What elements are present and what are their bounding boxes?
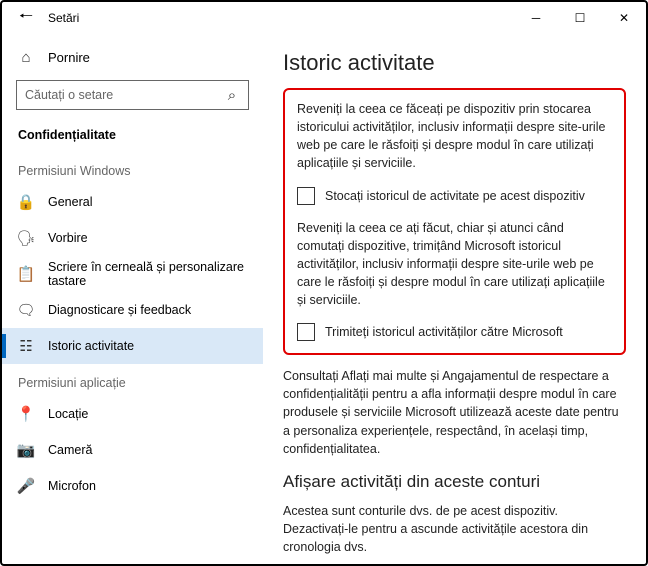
location-icon: 📍 xyxy=(18,406,34,422)
highlight-box-1: Reveniți la ceea ce făceați pe dispoziti… xyxy=(283,88,626,355)
window-title: Setări xyxy=(48,11,79,25)
maximize-button[interactable]: ☐ xyxy=(558,2,602,34)
checkbox-icon xyxy=(297,323,315,341)
feedback-icon: 🗨 xyxy=(18,302,34,318)
content-pane: Istoric activitate Reveniți la ceea ce f… xyxy=(263,34,646,564)
history-icon: ☷ xyxy=(18,338,34,354)
sidebar: ⌂ Pornire Căutați o setare ⌕ Confidenția… xyxy=(2,34,263,564)
speech-icon: 🗣 xyxy=(18,230,34,246)
section-accounts-title: Afișare activități din aceste conturi xyxy=(283,472,626,492)
nav-label: Vorbire xyxy=(48,231,88,245)
home-label: Pornire xyxy=(48,50,90,65)
checkbox-send-microsoft[interactable]: Trimiteți istoricul activităților către … xyxy=(297,323,612,341)
close-button[interactable]: ✕ xyxy=(602,2,646,34)
sidebar-item-activity-history[interactable]: ☷ Istoric activitate xyxy=(2,328,263,364)
paragraph-1: Reveniți la ceea ce făceați pe dispoziti… xyxy=(297,100,612,173)
sidebar-item-location[interactable]: 📍 Locație xyxy=(2,396,263,432)
search-placeholder: Căutați o setare xyxy=(25,88,113,102)
checkbox-icon xyxy=(297,187,315,205)
paragraph-2: Reveniți la ceea ce ați făcut, chiar și … xyxy=(297,219,612,310)
microphone-icon: 🎤 xyxy=(18,478,34,494)
group-apps-label: Permisiuni aplicație xyxy=(2,364,263,396)
search-input[interactable]: Căutați o setare ⌕ xyxy=(16,80,249,110)
home-icon: ⌂ xyxy=(18,49,34,65)
sidebar-item-inking[interactable]: 📋 Scriere în cerneală și personalizare t… xyxy=(2,256,263,292)
sidebar-item-general[interactable]: 🔒 General xyxy=(2,184,263,220)
category-label: Confidențialitate xyxy=(2,120,263,152)
minimize-button[interactable]: ─ xyxy=(514,2,558,34)
back-button[interactable]: 🠐 xyxy=(12,4,40,32)
paragraph-3: Consultați Aflați mai multe și Angajamen… xyxy=(283,367,626,458)
sidebar-item-microphone[interactable]: 🎤 Microfon xyxy=(2,468,263,504)
section-accounts-desc: Acestea sunt conturile dvs. de pe acest … xyxy=(283,502,626,556)
nav-label: Locație xyxy=(48,407,88,421)
nav-label: Scriere în cerneală și personalizare tas… xyxy=(48,260,263,288)
lock-icon: 🔒 xyxy=(18,194,34,210)
nav-label: General xyxy=(48,195,92,209)
clipboard-icon: 📋 xyxy=(18,266,34,282)
checkbox-label: Trimiteți istoricul activităților către … xyxy=(325,325,563,339)
group-windows-label: Permisiuni Windows xyxy=(2,152,263,184)
camera-icon: 📷 xyxy=(18,442,34,458)
search-icon: ⌕ xyxy=(224,87,240,103)
sidebar-item-diagnostics[interactable]: 🗨 Diagnosticare și feedback xyxy=(2,292,263,328)
checkbox-store-history[interactable]: Stocați istoricul de activitate pe acest… xyxy=(297,187,612,205)
checkbox-label: Stocați istoricul de activitate pe acest… xyxy=(325,189,585,203)
sidebar-home[interactable]: ⌂ Pornire xyxy=(2,40,263,74)
nav-label: Diagnosticare și feedback xyxy=(48,303,191,317)
sidebar-item-speech[interactable]: 🗣 Vorbire xyxy=(2,220,263,256)
nav-label: Microfon xyxy=(48,479,96,493)
nav-label: Istoric activitate xyxy=(48,339,134,353)
page-title: Istoric activitate xyxy=(283,50,626,76)
nav-label: Cameră xyxy=(48,443,92,457)
sidebar-item-camera[interactable]: 📷 Cameră xyxy=(2,432,263,468)
